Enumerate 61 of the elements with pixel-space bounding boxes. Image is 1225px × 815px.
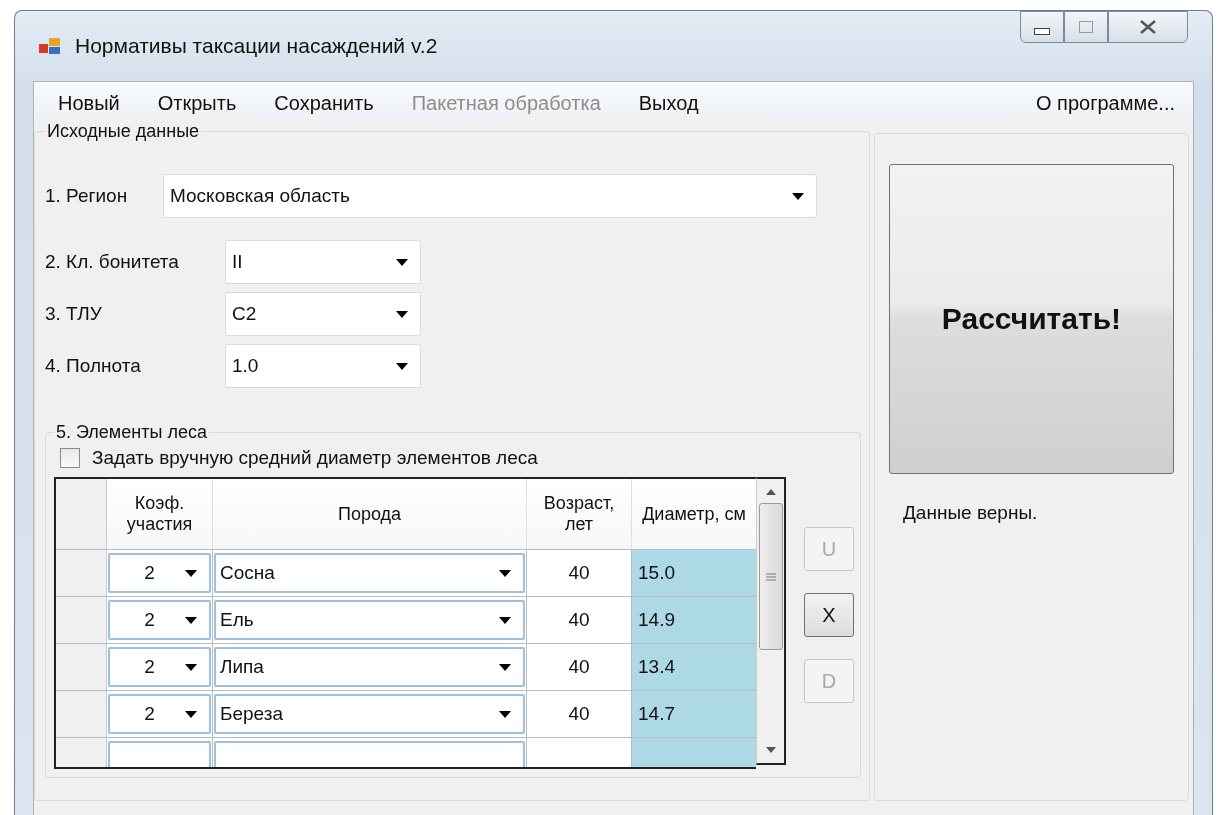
caret-icon <box>396 310 408 318</box>
menu-item[interactable]: Сохранить <box>274 92 374 115</box>
column-header[interactable]: Коэф. участия <box>107 479 213 549</box>
app-icon <box>39 36 61 56</box>
table-cell: 13.4 <box>632 644 756 690</box>
table-cell: 40 <box>527 691 632 737</box>
dropdown-field[interactable]: Береза <box>214 694 525 734</box>
caret-icon <box>396 362 408 370</box>
caret-icon <box>499 663 511 671</box>
checkbox-label: Задать вручную средний диаметр элементов леса <box>92 447 538 469</box>
window-title: Нормативы таксации насаждений v.2 <box>75 34 438 58</box>
scroll-thumb[interactable] <box>758 503 783 650</box>
caret-icon <box>396 258 408 266</box>
caret-icon <box>185 616 197 624</box>
table-cell: 40 <box>527 644 632 690</box>
field-label: 3. ТЛУ <box>45 303 103 325</box>
status-text: Данные верны. <box>902 502 1039 524</box>
scroll-down-icon[interactable] <box>765 747 776 753</box>
menu-item[interactable]: Открыть <box>157 92 237 115</box>
dropdown-field[interactable]: 1.0 <box>225 344 421 388</box>
column-header[interactable]: Порода <box>213 479 527 549</box>
dropdown-field[interactable]: II <box>225 240 421 284</box>
scrollbar[interactable] <box>756 477 786 765</box>
table-cell: 40 <box>527 597 632 643</box>
group-title: 5. Элементы леса <box>55 422 208 443</box>
dropdown-field[interactable]: 2 <box>108 647 211 687</box>
dropdown-field[interactable]: Московская область <box>163 174 817 218</box>
field-label: 1. Регион <box>45 185 129 207</box>
scroll-up-icon[interactable] <box>765 489 776 495</box>
caret-icon <box>185 710 197 718</box>
menu-item[interactable]: О программе... <box>1035 92 1175 115</box>
dropdown-field[interactable]: Липа <box>214 647 525 687</box>
row-action-button[interactable]: X <box>804 593 854 637</box>
minimize-button[interactable] <box>1020 11 1064 43</box>
table-cell: 14.9 <box>632 597 756 643</box>
menu-item[interactable]: Новый <box>58 92 120 115</box>
table-cell: 14.7 <box>632 691 756 737</box>
checkbox[interactable] <box>60 448 80 468</box>
table-cell: 15.0 <box>632 550 756 596</box>
dropdown-field[interactable]: C2 <box>225 292 421 336</box>
table-cell: 40 <box>527 550 632 596</box>
field-label: 4. Полнота <box>45 355 142 377</box>
caret-icon <box>499 616 511 624</box>
dropdown-field[interactable]: 2 <box>108 553 211 593</box>
dropdown-field[interactable]: 2 <box>108 600 211 640</box>
caret-icon <box>185 569 197 577</box>
menu-item[interactable]: Выход <box>638 92 699 115</box>
caret-icon <box>499 710 511 718</box>
caret-icon <box>185 663 197 671</box>
caret-icon <box>499 569 511 577</box>
grip-icon <box>765 572 776 581</box>
dropdown-field[interactable]: Сосна <box>214 553 525 593</box>
calculate-button[interactable]: Рассчитать! <box>889 164 1174 474</box>
dropdown-field[interactable]: 2 <box>108 694 211 734</box>
close-icon <box>1139 20 1157 34</box>
field-label: 2. Кл. бонитета <box>45 251 180 273</box>
caret-icon <box>792 192 804 200</box>
dropdown-field[interactable]: Ель <box>214 600 525 640</box>
group-title: Исходные данные <box>46 121 201 142</box>
close-button[interactable] <box>1108 11 1188 43</box>
column-header[interactable]: Возраст, лет <box>527 479 632 549</box>
